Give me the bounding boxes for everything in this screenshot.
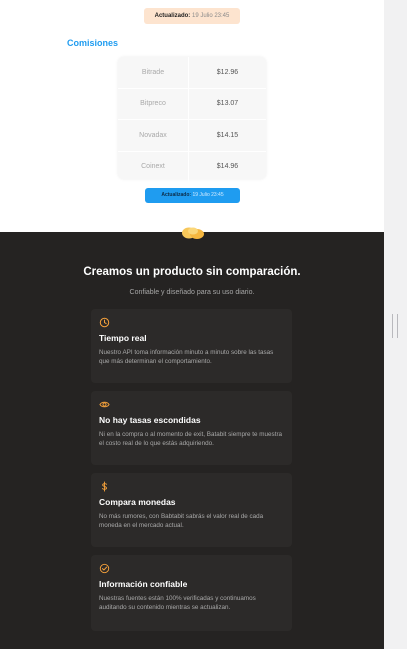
dollar-icon bbox=[101, 481, 108, 492]
check-circle-icon bbox=[99, 563, 110, 574]
exchange-price: $13.07 bbox=[216, 100, 239, 108]
commissions-updated-badge: Actualizado: 19 Julio 23:45 bbox=[145, 188, 240, 203]
feature-card-compare-coins: Compara monedas No más rumores, con Babt… bbox=[91, 473, 292, 547]
table-row: Bitpreco $13.07 bbox=[118, 88, 266, 120]
commissions-updated-value: 19 Julio 23:45 bbox=[192, 192, 224, 198]
feature-card-real-time: Tiempo real Nuestro API toma información… bbox=[91, 309, 292, 383]
updated-badge: Actualizado: 19 Julio 23:45 bbox=[144, 8, 240, 24]
eye-icon bbox=[99, 401, 110, 408]
batabit-logo-icon bbox=[182, 227, 204, 239]
exchange-price: $12.96 bbox=[216, 68, 239, 76]
updated-badge-value: 19 Julio 23:45 bbox=[191, 13, 230, 19]
exchange-name: Coinext bbox=[141, 163, 165, 171]
feature-title: Compara monedas bbox=[99, 497, 176, 507]
feature-title: Información confiable bbox=[99, 579, 188, 589]
feature-card-reliable-info: Información confiable Nuestras fuentes e… bbox=[91, 555, 292, 631]
features-subtitle: Confiable y diseñado para su uso diario. bbox=[129, 289, 255, 296]
feature-card-no-hidden-fees: No hay tasas escondidas Ni en la compra … bbox=[91, 391, 292, 465]
scrollbar-grip-icon[interactable] bbox=[392, 314, 398, 338]
table-row: Bitrade $12.96 bbox=[118, 57, 266, 89]
exchange-price: $14.15 bbox=[216, 131, 239, 139]
table-row: Novadax $14.15 bbox=[118, 120, 266, 152]
clock-icon bbox=[99, 317, 110, 328]
exchange-name: Bitrade bbox=[141, 68, 165, 76]
feature-title: No hay tasas escondidas bbox=[99, 415, 201, 425]
commissions-table: Bitrade $12.96 Bitpreco $13.07 Novadax $… bbox=[118, 57, 266, 182]
feature-title: Tiempo real bbox=[99, 333, 147, 343]
table-row: Coinext $14.96 bbox=[118, 151, 266, 182]
features-title: Creamos un producto sin comparación. bbox=[83, 266, 301, 278]
updated-badge-label: Actualizado: bbox=[154, 13, 191, 19]
exchange-price: $14.96 bbox=[216, 163, 239, 171]
feature-description: No más rumores, con Babtabit sabrás el v… bbox=[99, 513, 264, 529]
feature-description: Nuestras fuentes están 100% verificadas … bbox=[99, 595, 256, 611]
page: Actualizado: 19 Julio 23:45 Comisiones B… bbox=[0, 0, 384, 649]
exchange-name: Bitpreco bbox=[140, 100, 166, 108]
commissions-updated-label: Actualizado: bbox=[161, 192, 192, 198]
feature-description: Nuestro API toma información minuto a mi… bbox=[99, 349, 274, 365]
feature-description: Ni en la compra o al momento de exit, Ba… bbox=[99, 431, 283, 447]
commissions-title: Comisiones bbox=[67, 38, 119, 48]
exchange-name: Novadax bbox=[139, 131, 167, 139]
